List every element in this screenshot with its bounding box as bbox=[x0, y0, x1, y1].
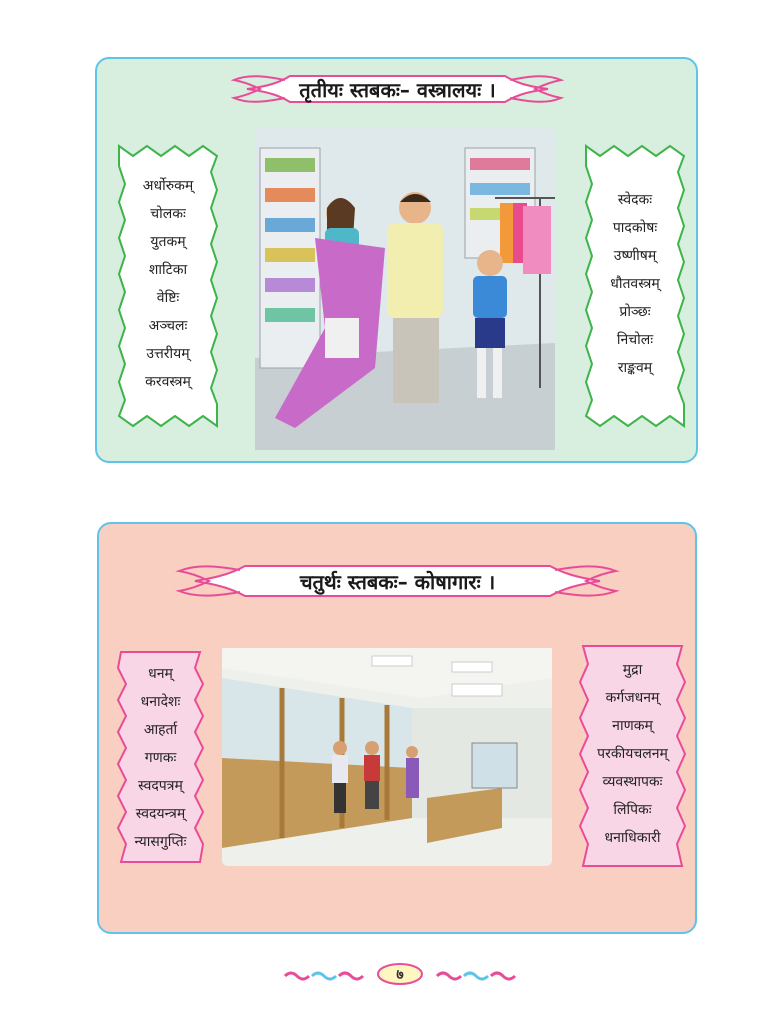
word-item: करवस्त्रम् bbox=[145, 374, 191, 390]
word-item: अञ्चलः bbox=[148, 318, 188, 334]
clothing-store-illustration bbox=[255, 128, 555, 450]
bank-scene bbox=[222, 648, 552, 866]
section-title: चतुर्थः स्तबकः– कोषागारः । bbox=[299, 569, 496, 594]
word-item: चोलकः bbox=[150, 206, 186, 222]
word-item: पादकोषः bbox=[612, 220, 658, 236]
right-word-card: मुद्रा कर्गजधनम् नाणकम् परकीयचलनम् व्यवस… bbox=[575, 642, 690, 870]
word-item: धनादेशः bbox=[140, 694, 181, 710]
word-item: युतकम् bbox=[150, 234, 186, 250]
word-item: गणकः bbox=[144, 750, 177, 766]
word-list: अर्धोरुकम् चोलकः युतकम् शाटिका वेष्टिः अ… bbox=[113, 172, 223, 396]
section-title-banner: तृतीयः स्तबकः– वस्त्रालयः । bbox=[230, 70, 565, 108]
word-item: स्वेदकः bbox=[617, 192, 653, 208]
word-item: स्वदपत्रम् bbox=[138, 778, 183, 794]
word-item: धनम् bbox=[148, 666, 173, 682]
word-item: लिपिकः bbox=[613, 802, 652, 818]
word-item: न्यासगुप्तिः bbox=[134, 834, 187, 850]
word-item: परकीयचलनम् bbox=[597, 746, 668, 762]
right-word-card: स्वेदकः पादकोषः उष्णीषम् धौतवस्त्रम् प्र… bbox=[580, 142, 690, 430]
word-item: व्यवस्थापकः bbox=[602, 774, 663, 790]
word-item: कर्गजधनम् bbox=[605, 690, 660, 706]
word-item: वेष्टिः bbox=[156, 290, 180, 306]
page-footer: ७ bbox=[280, 960, 520, 990]
word-item: स्वदयन्त्रम् bbox=[135, 806, 186, 822]
word-item: शाटिका bbox=[148, 262, 188, 278]
section-title: तृतीयः स्तबकः– वस्त्रालयः । bbox=[299, 77, 496, 102]
word-item: प्रोञ्छः bbox=[619, 304, 651, 320]
word-item: राङ्कवम् bbox=[617, 360, 653, 376]
bank-illustration bbox=[222, 648, 552, 866]
word-list: स्वेदकः पादकोषः उष्णीषम् धौतवस्त्रम् प्र… bbox=[580, 186, 690, 382]
word-item: मुद्रा bbox=[622, 662, 643, 678]
clothing-store-scene bbox=[255, 128, 555, 450]
left-word-card: धनम् धनादेशः आहर्ता गणकः स्वदपत्रम् स्वद… bbox=[113, 648, 208, 866]
word-item: उष्णीषम् bbox=[613, 248, 657, 264]
word-item: धनाधिकारी bbox=[604, 830, 661, 846]
word-item: अर्धोरुकम् bbox=[142, 178, 194, 194]
page-number: ७ bbox=[396, 966, 404, 983]
word-item: निचोलः bbox=[616, 332, 654, 348]
word-item: उत्तरीयम् bbox=[146, 346, 190, 362]
word-list: धनम् धनादेशः आहर्ता गणकः स्वदपत्रम् स्वद… bbox=[113, 660, 208, 856]
word-list: मुद्रा कर्गजधनम् नाणकम् परकीयचलनम् व्यवस… bbox=[575, 656, 690, 852]
left-word-card: अर्धोरुकम् चोलकः युतकम् शाटिका वेष्टिः अ… bbox=[113, 142, 223, 430]
word-item: नाणकम् bbox=[612, 718, 653, 734]
word-item: धौतवस्त्रम् bbox=[610, 276, 660, 292]
word-item: आहर्ता bbox=[143, 722, 178, 738]
section-title-banner: चतुर्थः स्तबकः– कोषागारः । bbox=[175, 560, 620, 602]
